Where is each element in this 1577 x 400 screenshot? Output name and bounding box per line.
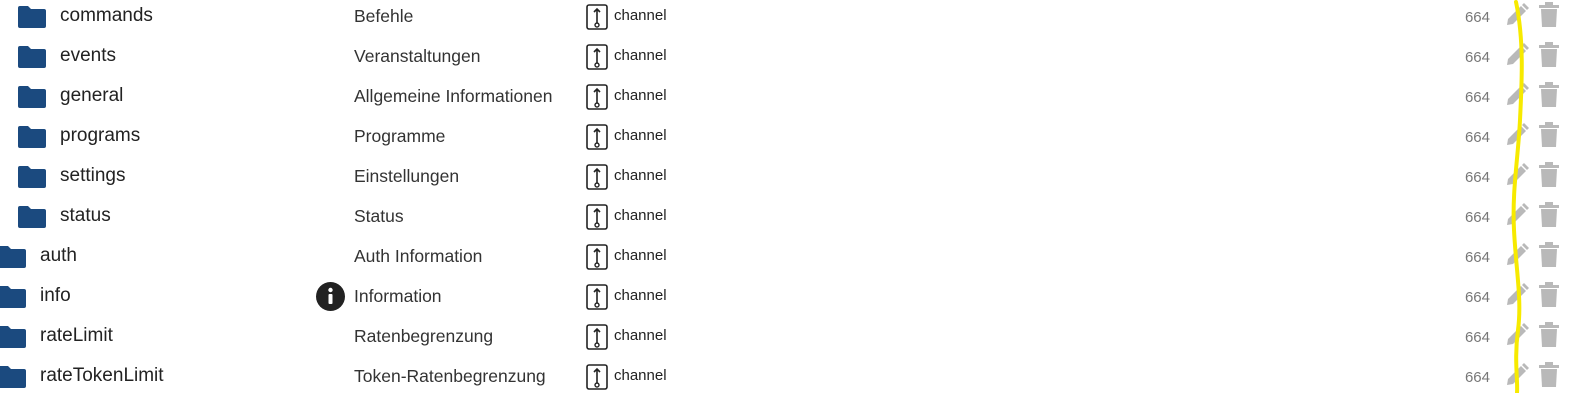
row-description: Status: [354, 206, 404, 226]
tree-row-programs[interactable]: programs Programme channel 664: [0, 120, 1577, 160]
folder-icon[interactable]: [18, 166, 46, 188]
row-description: Allgemeine Informationen: [354, 86, 553, 106]
row-description: Einstellungen: [354, 166, 460, 186]
row-type: channel: [614, 87, 667, 104]
row-value: 664: [1464, 329, 1490, 346]
row-type: channel: [614, 327, 667, 344]
row-type: channel: [614, 127, 667, 144]
edit-icon[interactable]: [1504, 202, 1530, 228]
row-type: channel: [614, 47, 667, 64]
edit-icon[interactable]: [1504, 42, 1530, 68]
edit-icon[interactable]: [1504, 242, 1530, 268]
row-description: Token-Ratenbegrenzung: [354, 366, 546, 386]
folder-icon[interactable]: [0, 366, 26, 388]
info-icon[interactable]: [316, 282, 345, 311]
tree-row-general[interactable]: general Allgemeine Informationen channel…: [0, 80, 1577, 120]
tree-row-ratelimit[interactable]: rateLimit Ratenbegrenzung channel 664: [0, 320, 1577, 360]
row-type: channel: [614, 247, 667, 264]
tree-row-settings[interactable]: settings Einstellungen channel 664: [0, 160, 1577, 200]
row-name: commands: [60, 5, 153, 26]
delete-icon[interactable]: [1538, 82, 1560, 108]
row-value: 664: [1464, 49, 1490, 66]
row-type: channel: [614, 7, 667, 24]
row-description: Befehle: [354, 6, 414, 26]
channel-type-icon: [586, 4, 608, 30]
delete-icon[interactable]: [1538, 202, 1560, 228]
row-name: programs: [60, 125, 141, 146]
row-value: 664: [1464, 169, 1490, 186]
folder-icon[interactable]: [18, 6, 46, 28]
row-type: channel: [614, 367, 667, 384]
folder-icon[interactable]: [18, 86, 46, 108]
object-tree: commands Befehle channel 664 events Vera…: [0, 0, 1577, 393]
delete-icon[interactable]: [1538, 162, 1560, 188]
row-name: rateLimit: [40, 325, 113, 346]
tree-row-info[interactable]: info Information channel 664: [0, 280, 1577, 320]
row-description: Ratenbegrenzung: [354, 326, 494, 346]
channel-type-icon: [586, 164, 608, 190]
delete-icon[interactable]: [1538, 362, 1560, 388]
edit-icon[interactable]: [1504, 122, 1530, 148]
row-name: rateTokenLimit: [40, 365, 164, 386]
channel-type-icon: [586, 204, 608, 230]
delete-icon[interactable]: [1538, 282, 1560, 308]
tree-row-commands[interactable]: commands Befehle channel 664: [0, 0, 1577, 40]
tree-row-status[interactable]: status Status channel 664: [0, 200, 1577, 240]
channel-type-icon: [586, 44, 608, 70]
row-description: Veranstaltungen: [354, 46, 481, 66]
edit-icon[interactable]: [1504, 322, 1530, 348]
row-value: 664: [1464, 9, 1490, 26]
row-type: channel: [614, 287, 667, 304]
edit-icon[interactable]: [1504, 162, 1530, 188]
row-value: 664: [1464, 369, 1490, 386]
channel-type-icon: [586, 324, 608, 350]
row-name: general: [60, 85, 124, 106]
channel-type-icon: [586, 124, 608, 150]
row-description: Information: [354, 286, 442, 306]
tree-row-auth[interactable]: auth Auth Information channel 664: [0, 240, 1577, 280]
row-value: 664: [1464, 289, 1490, 306]
edit-icon[interactable]: [1504, 2, 1530, 28]
channel-type-icon: [586, 364, 608, 390]
row-name: status: [60, 205, 111, 226]
channel-type-icon: [586, 284, 608, 310]
row-value: 664: [1464, 249, 1490, 266]
row-value: 664: [1464, 89, 1490, 106]
folder-icon[interactable]: [18, 46, 46, 68]
channel-type-icon: [586, 84, 608, 110]
delete-icon[interactable]: [1538, 242, 1560, 268]
folder-icon[interactable]: [0, 326, 26, 348]
row-name: settings: [60, 165, 126, 186]
row-value: 664: [1464, 209, 1490, 226]
tree-row-events[interactable]: events Veranstaltungen channel 664: [0, 40, 1577, 80]
edit-icon[interactable]: [1504, 282, 1530, 308]
folder-icon[interactable]: [0, 246, 26, 268]
delete-icon[interactable]: [1538, 122, 1560, 148]
row-description: Programme: [354, 126, 446, 146]
delete-icon[interactable]: [1538, 2, 1560, 28]
row-name: info: [40, 285, 71, 306]
row-name: events: [60, 45, 116, 66]
folder-icon[interactable]: [18, 126, 46, 148]
tree-row-ratetokenlimit[interactable]: rateTokenLimit Token-Ratenbegrenzung cha…: [0, 360, 1577, 400]
row-value: 664: [1464, 129, 1490, 146]
row-type: channel: [614, 207, 667, 224]
edit-icon[interactable]: [1504, 362, 1530, 388]
edit-icon[interactable]: [1504, 82, 1530, 108]
row-type: channel: [614, 167, 667, 184]
row-name: auth: [40, 245, 77, 266]
delete-icon[interactable]: [1538, 42, 1560, 68]
folder-icon[interactable]: [0, 286, 26, 308]
folder-icon[interactable]: [18, 206, 46, 228]
delete-icon[interactable]: [1538, 322, 1560, 348]
row-description: Auth Information: [354, 246, 483, 266]
channel-type-icon: [586, 244, 608, 270]
